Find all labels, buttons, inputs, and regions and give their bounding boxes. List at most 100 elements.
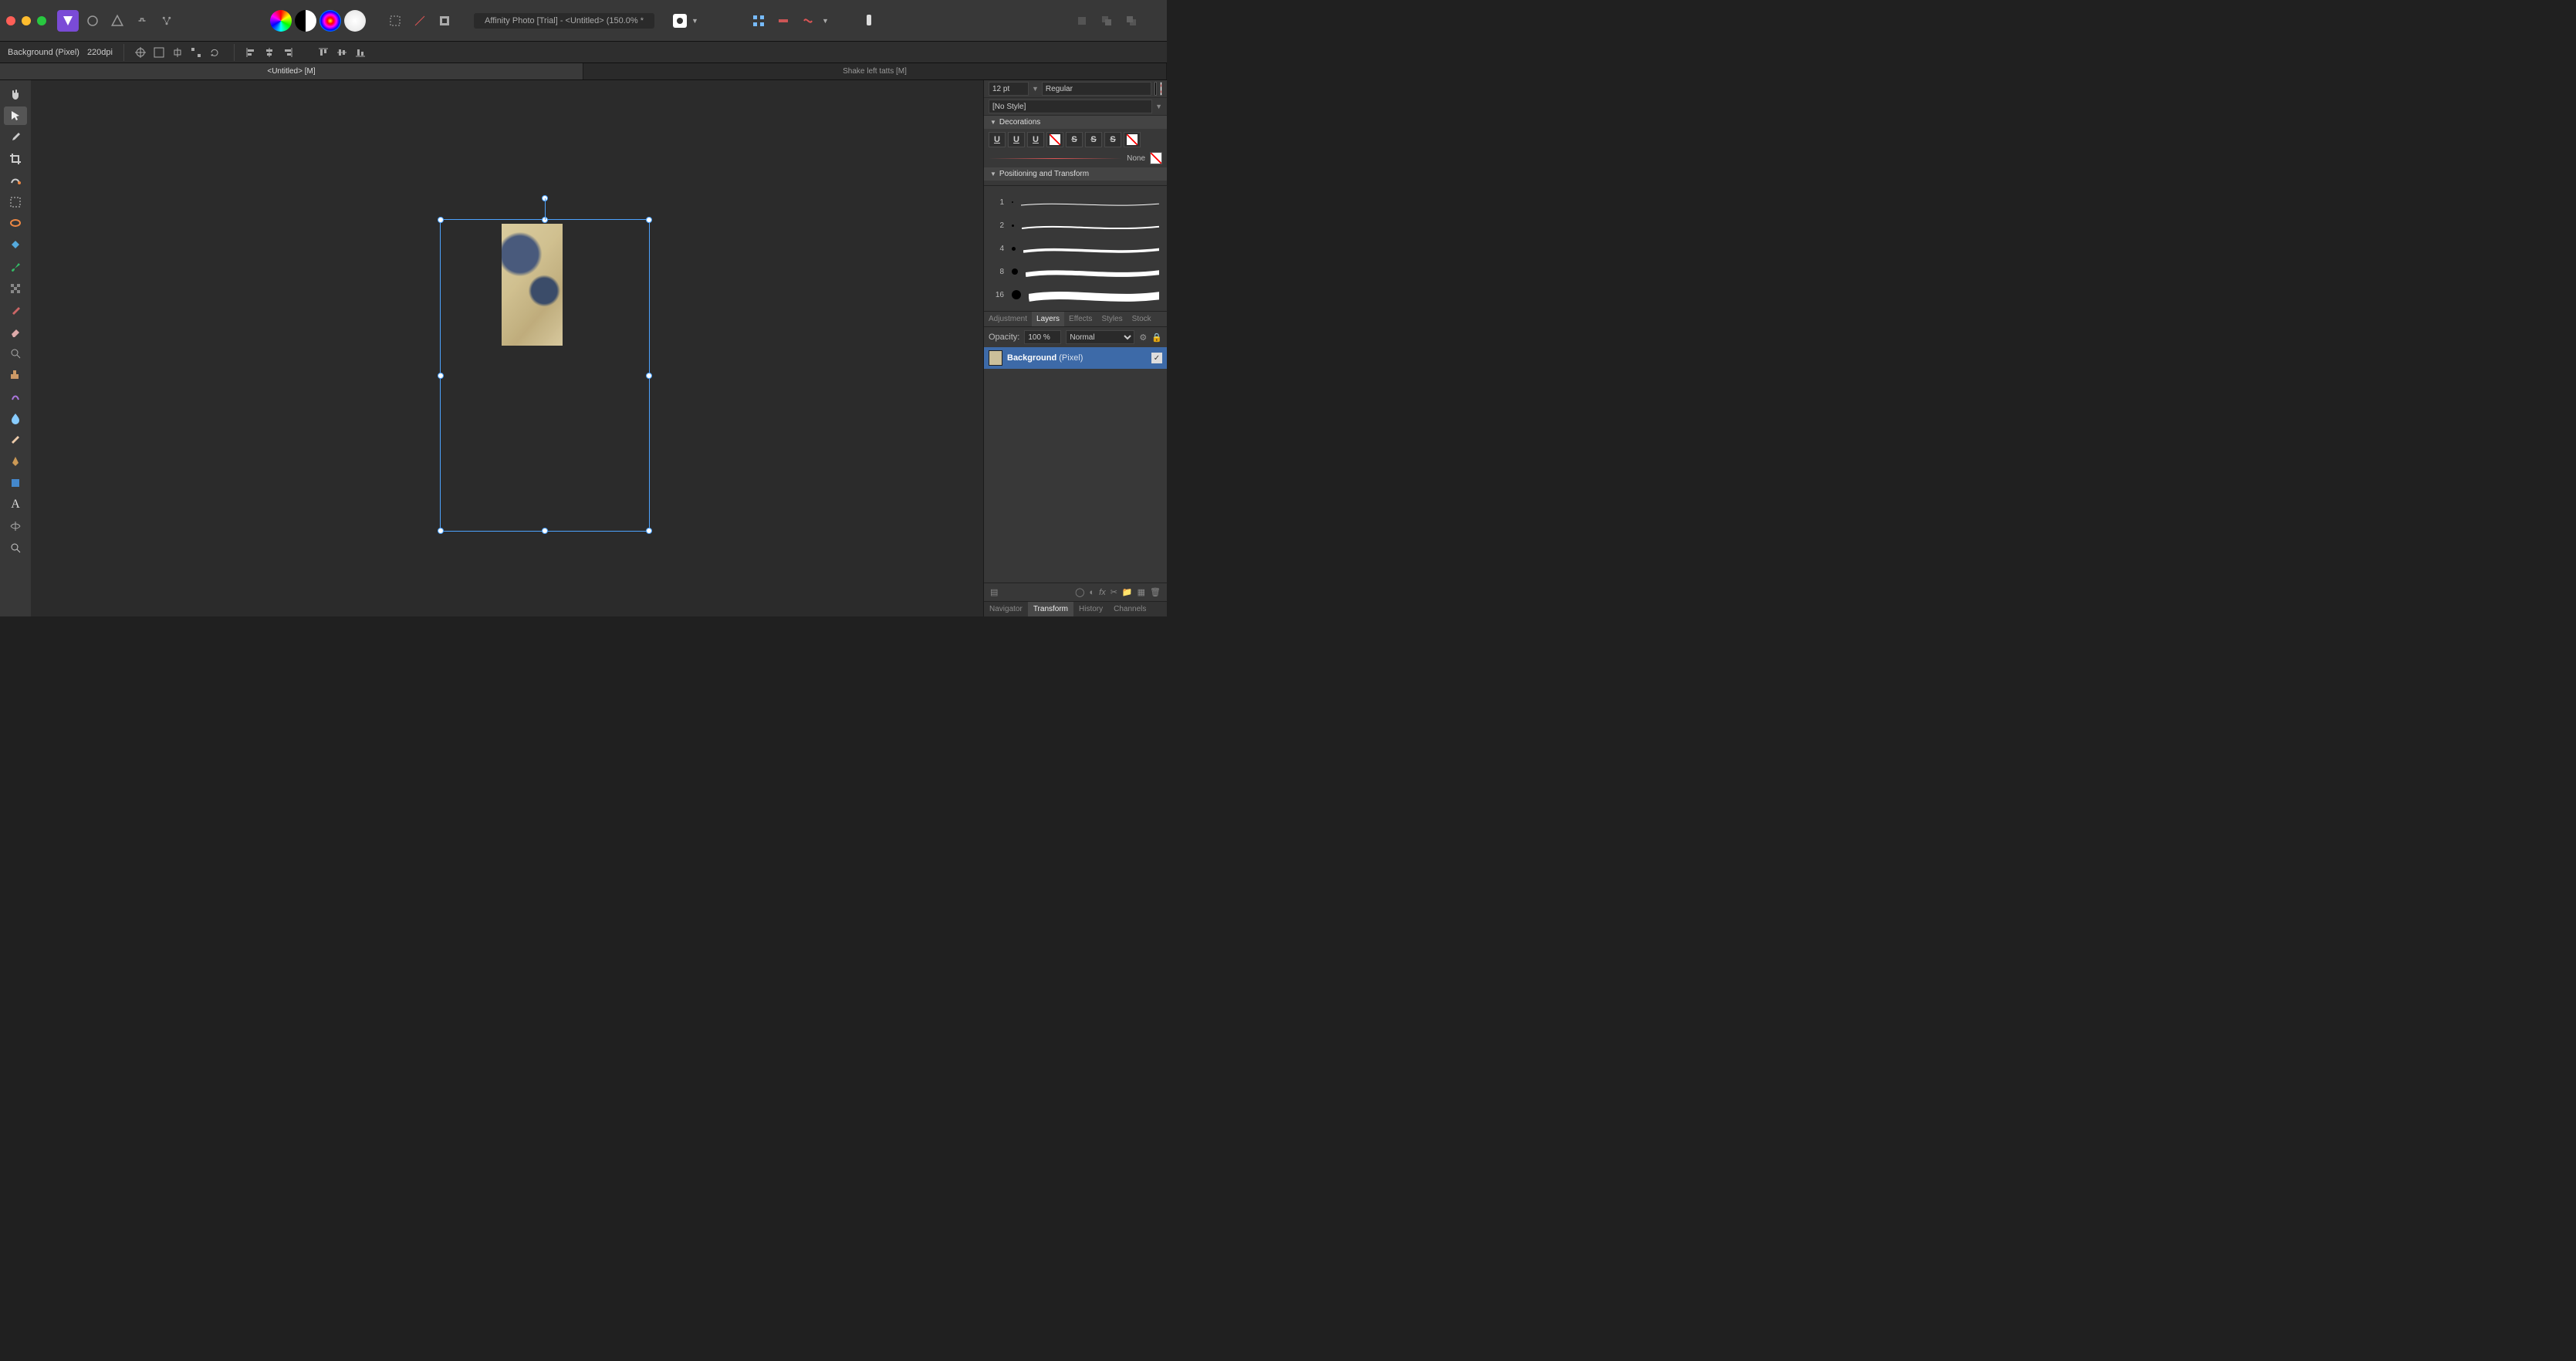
panel-tab-layers[interactable]: Layers xyxy=(1032,312,1064,326)
ctx-align-center-icon[interactable] xyxy=(169,44,186,61)
trash-icon[interactable]: 🗑 xyxy=(1150,587,1161,597)
tool-zoom-icon[interactable] xyxy=(4,539,27,557)
arrange-back-icon[interactable] xyxy=(1071,10,1093,32)
underline-single-button[interactable]: U xyxy=(989,132,1006,147)
align-right-icon[interactable] xyxy=(279,44,296,61)
tool-pixel-icon[interactable] xyxy=(4,279,27,298)
selection-marquee-icon[interactable] xyxy=(384,10,406,32)
align-bottom-icon[interactable] xyxy=(352,44,369,61)
document-tab[interactable]: <Untitled> [M] xyxy=(0,63,583,79)
strike-none-button[interactable] xyxy=(1124,132,1141,147)
decoration-none-swatch[interactable] xyxy=(1150,152,1162,164)
dropdown-caret-icon[interactable]: ▼ xyxy=(1155,103,1162,110)
tool-lasso-icon[interactable] xyxy=(4,214,27,233)
tool-paintbrush-icon[interactable] xyxy=(4,258,27,276)
selection-handle[interactable] xyxy=(438,373,444,379)
selection-handle[interactable] xyxy=(646,373,652,379)
tint-icon[interactable] xyxy=(344,10,366,32)
text-stroke-swatch[interactable] xyxy=(1160,82,1162,96)
selection-handle[interactable] xyxy=(646,528,652,534)
tool-text-icon[interactable]: A xyxy=(4,495,27,514)
selection-handle[interactable] xyxy=(646,217,652,223)
gear-icon[interactable]: ⚙ xyxy=(1139,333,1147,343)
footer-tab-history[interactable]: History xyxy=(1073,602,1108,616)
arrange-forward-icon[interactable] xyxy=(1121,10,1142,32)
brush-stroke-preview[interactable] xyxy=(1021,193,1159,211)
align-top-icon[interactable] xyxy=(315,44,332,61)
panel-header-decorations[interactable]: Decorations xyxy=(984,116,1167,129)
panel-tab-effects[interactable]: Effects xyxy=(1064,312,1097,326)
persona-export-icon[interactable] xyxy=(156,10,177,32)
tool-clone-icon[interactable] xyxy=(4,366,27,384)
selection-none-icon[interactable] xyxy=(409,10,431,32)
footer-tab-navigator[interactable]: Navigator xyxy=(984,602,1028,616)
font-style-field[interactable] xyxy=(989,100,1152,113)
document-tab[interactable]: Shake left tatts [M] xyxy=(583,63,1167,79)
tool-mesh-icon[interactable] xyxy=(4,517,27,535)
ctx-rotate-icon[interactable] xyxy=(206,44,223,61)
layer-row[interactable]: Background (Pixel) ✓ xyxy=(984,347,1167,369)
folder-icon[interactable]: 📁 xyxy=(1122,587,1133,597)
strike-color-button[interactable]: S xyxy=(1104,132,1121,147)
fx-icon[interactable]: fx xyxy=(1099,588,1106,597)
tool-pen-icon[interactable] xyxy=(4,452,27,471)
selection-handle[interactable] xyxy=(542,528,548,534)
footer-tab-channels[interactable]: Channels xyxy=(1108,602,1151,616)
panel-tab-adjustment[interactable]: Adjustment xyxy=(984,312,1032,326)
dropdown-caret-icon[interactable]: ▼ xyxy=(822,17,829,25)
mask-icon[interactable]: ◯ xyxy=(1075,587,1084,597)
guides-icon[interactable] xyxy=(772,10,794,32)
ctx-boundingbox-icon[interactable] xyxy=(150,44,167,61)
window-minimize-button[interactable] xyxy=(22,16,31,25)
opacity-field[interactable] xyxy=(1024,330,1061,344)
strike-single-button[interactable]: S xyxy=(1066,132,1083,147)
dropdown-caret-icon[interactable]: ▼ xyxy=(1032,85,1039,93)
tool-marquee-icon[interactable] xyxy=(4,193,27,211)
panel-tab-styles[interactable]: Styles xyxy=(1097,312,1127,326)
persona-liquify-icon[interactable] xyxy=(82,10,103,32)
font-weight-field[interactable] xyxy=(1042,82,1151,96)
tool-flood-icon[interactable] xyxy=(4,236,27,255)
layers-stack-icon[interactable]: ▤ xyxy=(990,587,998,597)
snap-icon[interactable] xyxy=(797,10,819,32)
grid-small-icon[interactable]: ▦ xyxy=(1138,587,1145,597)
strike-double-button[interactable]: S xyxy=(1085,132,1102,147)
selection-handle[interactable] xyxy=(438,528,444,534)
selection-bounding-box[interactable] xyxy=(440,219,650,532)
align-vcenter-icon[interactable] xyxy=(333,44,350,61)
footer-tab-transform[interactable]: Transform xyxy=(1028,602,1073,616)
brush-stroke-preview[interactable] xyxy=(1022,216,1159,235)
ctx-distribute-icon[interactable] xyxy=(188,44,205,61)
greyscale-icon[interactable] xyxy=(295,10,316,32)
persona-develop-icon[interactable] xyxy=(106,10,128,32)
hue-icon[interactable] xyxy=(319,10,341,32)
arrange-backward-icon[interactable] xyxy=(1096,10,1117,32)
tool-dodge-icon[interactable] xyxy=(4,431,27,449)
ctx-target-icon[interactable] xyxy=(132,44,149,61)
assistant-icon[interactable] xyxy=(858,10,880,32)
layer-visibility-checkbox[interactable]: ✓ xyxy=(1151,353,1162,363)
brush-stroke-preview[interactable] xyxy=(1029,285,1159,304)
underline-color-button[interactable]: U xyxy=(1027,132,1044,147)
tool-move-arrow-icon[interactable] xyxy=(4,106,27,125)
brush-stroke-preview[interactable] xyxy=(1026,262,1159,281)
tool-blur-icon[interactable] xyxy=(4,409,27,427)
blend-mode-dropdown[interactable]: Normal xyxy=(1066,330,1134,344)
dropdown-caret-icon[interactable]: ▼ xyxy=(691,17,698,25)
tool-colorpicker-icon[interactable] xyxy=(4,128,27,147)
quickmask-icon[interactable] xyxy=(673,14,687,28)
adjustment-add-icon[interactable]: ◐ xyxy=(1089,588,1094,597)
tool-smudge-icon[interactable] xyxy=(4,387,27,406)
color-wheel-icon[interactable] xyxy=(270,10,292,32)
panel-tab-stock[interactable]: Stock xyxy=(1127,312,1156,326)
window-close-button[interactable] xyxy=(6,16,15,25)
persona-tonemap-icon[interactable] xyxy=(131,10,153,32)
tool-zoom-loupe-icon[interactable] xyxy=(4,344,27,363)
underline-double-button[interactable]: U xyxy=(1008,132,1025,147)
tool-selectionbrush-icon[interactable] xyxy=(4,171,27,190)
tool-healing-icon[interactable] xyxy=(4,301,27,319)
tool-erase-icon[interactable] xyxy=(4,323,27,341)
underline-none-button[interactable] xyxy=(1046,132,1063,147)
tool-pan-hand-icon[interactable] xyxy=(4,85,27,103)
align-hcenter-icon[interactable] xyxy=(261,44,278,61)
